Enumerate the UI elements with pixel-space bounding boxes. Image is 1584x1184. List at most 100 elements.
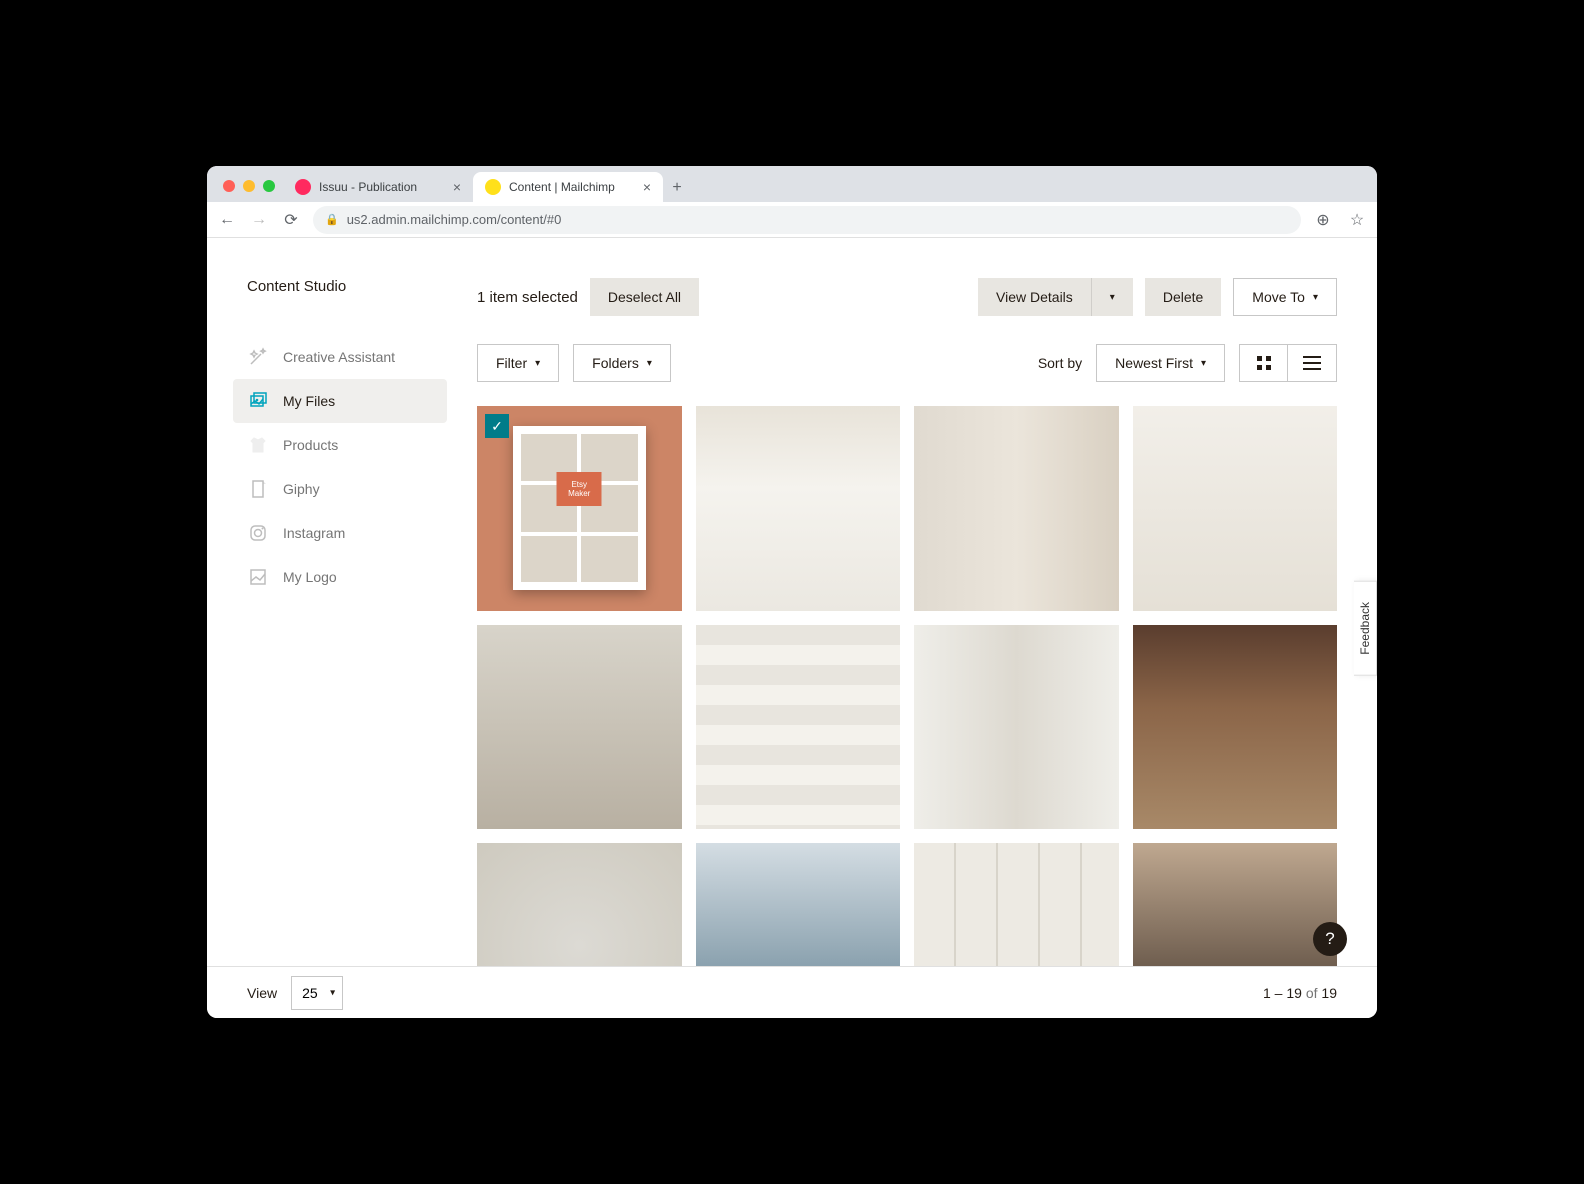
files-icon xyxy=(247,390,269,412)
sidebar-item-products[interactable]: Products xyxy=(233,423,447,467)
filter-toolbar: Filter ▾ Folders ▾ Sort by Newest First … xyxy=(477,344,1337,382)
file-tile[interactable] xyxy=(914,406,1119,611)
file-tile[interactable] xyxy=(914,843,1119,966)
filter-button[interactable]: Filter ▾ xyxy=(477,344,559,382)
folders-label: Folders xyxy=(592,355,639,371)
sidebar-item-label: My Files xyxy=(283,393,335,409)
chevron-down-icon: ▾ xyxy=(1313,292,1318,303)
list-icon xyxy=(1303,356,1321,370)
sidebar-item-label: Giphy xyxy=(283,481,320,497)
sidebar-item-label: Creative Assistant xyxy=(283,349,395,365)
thumbnail-image xyxy=(914,843,1119,966)
reload-button[interactable]: ⟳ xyxy=(281,210,301,230)
file-tile[interactable] xyxy=(696,843,901,966)
address-bar: ← → ⟳ 🔒 us2.admin.mailchimp.com/content/… xyxy=(207,202,1377,238)
feedback-button[interactable]: Feedback xyxy=(1354,581,1377,676)
deselect-all-button[interactable]: Deselect All xyxy=(590,278,699,316)
sidebar-item-instagram[interactable]: Instagram xyxy=(233,511,447,555)
page-title: Content Studio xyxy=(247,278,457,295)
zoom-icon[interactable]: ⊕ xyxy=(1313,210,1333,230)
thumbnail-image xyxy=(696,843,901,966)
file-tile[interactable] xyxy=(1133,625,1338,830)
file-tile[interactable] xyxy=(696,625,901,830)
thumbnail-image xyxy=(696,625,901,830)
file-tile[interactable] xyxy=(696,406,901,611)
file-tile[interactable] xyxy=(1133,843,1338,966)
chevron-down-icon: ▾ xyxy=(1110,292,1115,303)
folders-button[interactable]: Folders ▾ xyxy=(573,344,671,382)
sidebar-item-label: My Logo xyxy=(283,569,337,585)
url-field[interactable]: 🔒 us2.admin.mailchimp.com/content/#0 xyxy=(313,206,1301,234)
favicon-icon xyxy=(485,179,501,195)
thumbnail-image xyxy=(914,406,1119,611)
close-window-button[interactable] xyxy=(223,180,235,192)
sidebar-item-my-files[interactable]: My Files xyxy=(233,379,447,423)
sidebar-item-label: Instagram xyxy=(283,525,345,541)
view-details-button[interactable]: View Details xyxy=(978,278,1092,316)
filter-label: Filter xyxy=(496,355,527,371)
chevron-down-icon: ▾ xyxy=(535,358,540,369)
selection-count: 1 item selected xyxy=(477,289,578,306)
help-button[interactable]: ? xyxy=(1313,922,1347,956)
lock-icon: 🔒 xyxy=(325,213,339,226)
thumbnail-image xyxy=(1133,406,1338,611)
files-grid: EtsyMaker✓ xyxy=(477,406,1337,966)
new-tab-button[interactable]: + xyxy=(663,174,691,202)
grid-icon xyxy=(1256,355,1272,371)
pagination-text: 1 – 19 of 19 xyxy=(1263,985,1337,1001)
browser-tab[interactable]: Issuu - Publication × xyxy=(283,172,473,202)
logo-icon xyxy=(247,566,269,588)
instagram-icon xyxy=(247,522,269,544)
giphy-icon xyxy=(247,478,269,500)
sort-select[interactable]: Newest First ▾ xyxy=(1096,344,1225,382)
thumbnail-image xyxy=(1133,843,1338,966)
forward-button[interactable]: → xyxy=(249,211,269,229)
thumbnail-image xyxy=(696,406,901,611)
file-tile[interactable] xyxy=(477,843,682,966)
thumbnail-image xyxy=(477,843,682,966)
move-to-button[interactable]: Move To ▾ xyxy=(1233,278,1337,316)
sort-by-label: Sort by xyxy=(1038,355,1082,371)
bookmark-icon[interactable]: ☆ xyxy=(1347,210,1367,230)
footer-bar: View 25 1 – 19 of 19 xyxy=(207,966,1377,1018)
grid-view-button[interactable] xyxy=(1240,345,1288,381)
chevron-down-icon: ▾ xyxy=(1201,358,1206,369)
file-tile[interactable]: EtsyMaker✓ xyxy=(477,406,682,611)
close-tab-button[interactable]: × xyxy=(453,179,461,195)
selection-toolbar: 1 item selected Deselect All View Detail… xyxy=(477,278,1337,316)
view-details-group: View Details ▾ xyxy=(978,278,1133,316)
favicon-icon xyxy=(295,179,311,195)
view-details-dropdown[interactable]: ▾ xyxy=(1092,278,1133,316)
file-tile[interactable] xyxy=(477,625,682,830)
browser-tab[interactable]: Content | Mailchimp × xyxy=(473,172,663,202)
browser-tab-bar: Issuu - Publication × Content | Mailchim… xyxy=(207,166,1377,202)
delete-button[interactable]: Delete xyxy=(1145,278,1221,316)
selected-check-icon: ✓ xyxy=(485,414,509,438)
page-size-select[interactable]: 25 xyxy=(291,976,343,1010)
tab-title: Content | Mailchimp xyxy=(509,180,615,194)
sort-value: Newest First xyxy=(1115,355,1193,371)
minimize-window-button[interactable] xyxy=(243,180,255,192)
maximize-window-button[interactable] xyxy=(263,180,275,192)
close-tab-button[interactable]: × xyxy=(643,179,651,195)
sidebar: Content Studio Creative Assistant My Fil… xyxy=(207,278,457,966)
thumbnail-image xyxy=(1133,625,1338,830)
back-button[interactable]: ← xyxy=(217,211,237,229)
sidebar-item-my-logo[interactable]: My Logo xyxy=(233,555,447,599)
thumbnail-image xyxy=(477,625,682,830)
url-text: us2.admin.mailchimp.com/content/#0 xyxy=(347,212,562,227)
chevron-down-icon: ▾ xyxy=(647,358,652,369)
window-controls xyxy=(219,180,283,202)
wand-icon xyxy=(247,346,269,368)
sidebar-item-label: Products xyxy=(283,437,338,453)
move-to-label: Move To xyxy=(1252,289,1305,305)
sidebar-item-giphy[interactable]: Giphy xyxy=(233,467,447,511)
file-tile[interactable] xyxy=(914,625,1119,830)
view-label: View xyxy=(247,985,277,1001)
sidebar-item-creative-assistant[interactable]: Creative Assistant xyxy=(233,335,447,379)
thumbnail-image xyxy=(914,625,1119,830)
view-mode-toggle xyxy=(1239,344,1337,382)
main-content: 1 item selected Deselect All View Detail… xyxy=(457,278,1377,966)
list-view-button[interactable] xyxy=(1288,345,1336,381)
file-tile[interactable] xyxy=(1133,406,1338,611)
